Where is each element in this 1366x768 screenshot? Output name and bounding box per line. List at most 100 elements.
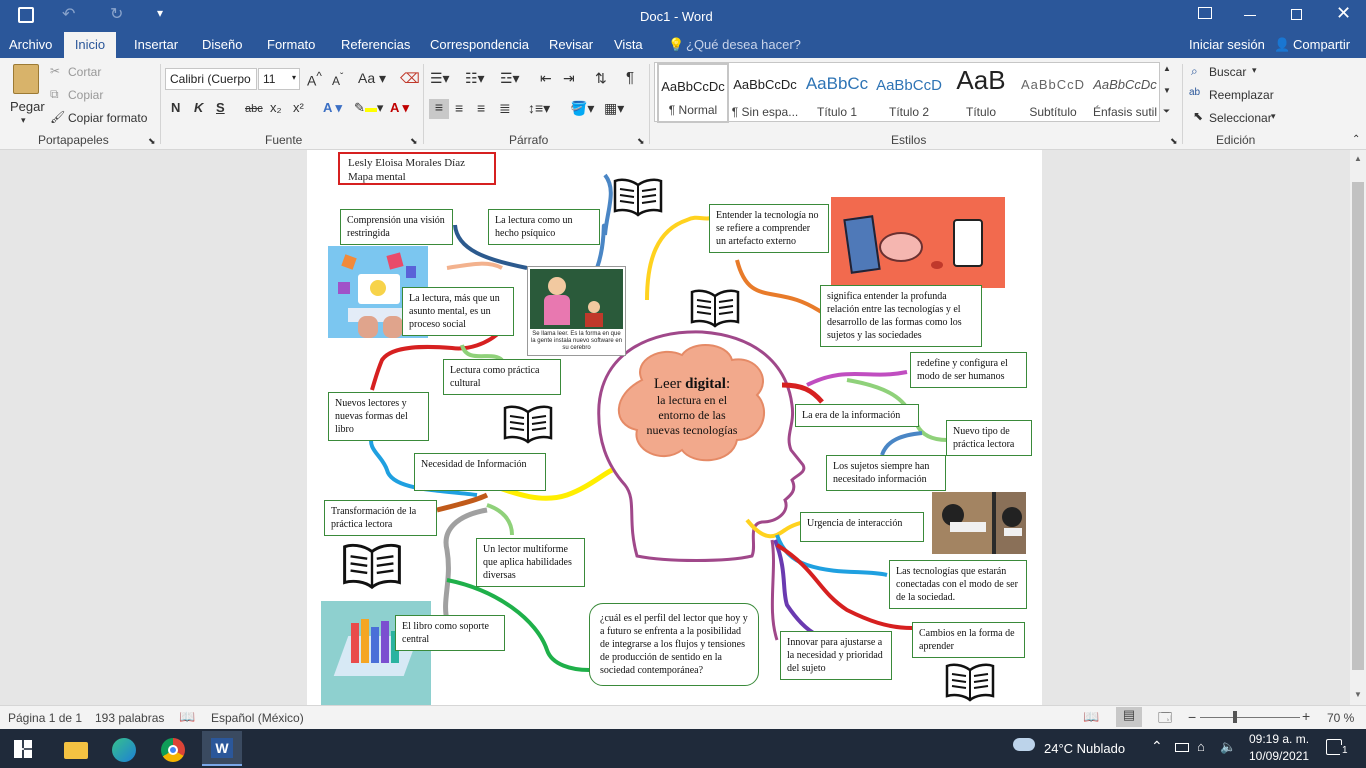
scroll-thumb[interactable] (1352, 182, 1364, 670)
undo-icon[interactable]: ↶ (62, 4, 75, 24)
file-explorer-icon[interactable] (61, 733, 93, 765)
select-dropdown-icon[interactable]: ▾ (1271, 111, 1276, 122)
tab-vista[interactable]: Vista (614, 37, 643, 52)
change-case-icon[interactable]: Aa ▾ (358, 70, 386, 87)
align-right-icon[interactable]: ≡ (477, 100, 485, 116)
format-painter-button[interactable]: Copiar formato (68, 111, 147, 125)
increase-indent-icon[interactable]: ⇥ (563, 70, 575, 87)
tab-revisar[interactable]: Revisar (549, 37, 593, 52)
word-taskbar-icon[interactable]: W (202, 731, 242, 766)
scroll-down-icon[interactable]: ▼ (1354, 690, 1362, 699)
font-size-combo[interactable]: 11 ▾ (258, 68, 300, 90)
redo-icon[interactable]: ↻ (110, 4, 123, 24)
select-button[interactable]: Seleccionar (1209, 111, 1272, 125)
styles-scroll-up-icon[interactable]: ▲ (1163, 64, 1171, 73)
borders-icon[interactable]: ▦▾ (604, 100, 624, 117)
document-page[interactable]: Leer digital: la lectura en el entorno d… (307, 150, 1042, 705)
volume-icon[interactable]: 🔈 (1220, 739, 1236, 755)
superscript-button[interactable]: x² (293, 100, 304, 115)
strikethrough-button[interactable]: abc (245, 103, 263, 115)
chrome-icon[interactable] (157, 733, 189, 765)
styles-dialog-launcher-icon[interactable]: ⬊ (1170, 136, 1178, 147)
shading-icon[interactable]: 🪣▾ (570, 100, 594, 117)
replace-button[interactable]: Reemplazar (1209, 88, 1274, 102)
grow-font-icon[interactable]: A^ (307, 70, 322, 89)
clear-format-icon[interactable]: ⌫ (400, 70, 420, 87)
word-count[interactable]: 193 palabras (95, 711, 164, 725)
sort-icon[interactable]: ⇅ (595, 70, 607, 87)
tab-inicio[interactable]: Inicio (64, 32, 116, 58)
weather-status[interactable]: 24°C Nublado (1044, 741, 1125, 756)
align-left-icon[interactable]: ≡ (429, 99, 449, 119)
copy-button[interactable]: Copiar (68, 88, 103, 102)
battery-icon[interactable] (1175, 743, 1189, 752)
multilevel-icon[interactable]: ☲▾ (500, 70, 520, 87)
minimize-icon[interactable] (1244, 15, 1256, 16)
language-status[interactable]: Español (México) (211, 711, 304, 725)
style-heading-2[interactable]: AaBbCcD Título 2 (873, 63, 945, 123)
zoom-level[interactable]: 70 % (1327, 711, 1354, 725)
font-name-combo[interactable]: Calibri (Cuerpo (165, 68, 257, 90)
numbering-icon[interactable]: ☷▾ (465, 70, 485, 87)
font-dialog-launcher-icon[interactable]: ⬊ (410, 136, 418, 147)
customize-toolbar-icon[interactable]: ▾ (157, 6, 163, 20)
save-icon[interactable] (18, 7, 34, 23)
tell-me-input[interactable]: ¿Qué desea hacer? (686, 37, 801, 52)
justify-icon[interactable]: ≣ (499, 100, 511, 117)
vertical-scrollbar[interactable]: ▲ ▼ (1350, 150, 1366, 705)
web-layout-icon[interactable]: 🗔 (1158, 709, 1172, 731)
proofing-icon[interactable]: 📖 (179, 709, 195, 725)
network-icon[interactable]: ⌂ (1197, 739, 1205, 754)
tab-correspondencia[interactable]: Correspondencia (430, 37, 529, 52)
cut-button[interactable]: Cortar (68, 65, 101, 79)
tab-diseno[interactable]: Diseño (202, 37, 242, 52)
highlight-icon[interactable]: ✎ ▾ (354, 100, 383, 116)
tab-insertar[interactable]: Insertar (134, 37, 178, 52)
edge-icon[interactable] (108, 733, 140, 765)
align-center-icon[interactable]: ≡ (455, 100, 463, 116)
style-heading-1[interactable]: AaBbCc Título 1 (801, 63, 873, 123)
zoom-thumb[interactable] (1233, 711, 1237, 723)
close-icon[interactable]: ✕ (1336, 3, 1351, 24)
paste-button[interactable]: Pegar (10, 99, 45, 114)
chevron-up-icon[interactable]: ⌃ (1151, 738, 1163, 755)
styles-more-icon[interactable]: ⏷ (1163, 106, 1170, 117)
share-button[interactable]: Compartir (1293, 37, 1350, 52)
signin-link[interactable]: Iniciar sesión (1189, 37, 1265, 52)
styles-scroll-down-icon[interactable]: ▼ (1163, 86, 1171, 95)
tab-referencias[interactable]: Referencias (341, 37, 410, 52)
shrink-font-icon[interactable]: Aˇ (332, 72, 343, 88)
dialog-launcher-icon[interactable]: ⬊ (148, 136, 156, 147)
style-title[interactable]: AaB Título (945, 63, 1017, 123)
font-color-icon[interactable]: A ▾ (390, 100, 409, 116)
find-button[interactable]: Buscar (1209, 65, 1246, 79)
bullets-icon[interactable]: ☰▾ (430, 70, 450, 87)
style-no-spacing[interactable]: AaBbCcDc ¶ Sin espa... (729, 63, 801, 123)
collapse-ribbon-icon[interactable]: ⌃ (1352, 134, 1360, 145)
paste-dropdown-icon[interactable]: ▾ (21, 115, 26, 126)
style-subtle-emphasis[interactable]: AaBbCcDc Énfasis sutil (1089, 63, 1161, 123)
style-normal[interactable]: AaBbCcDc ¶ Normal (657, 63, 729, 123)
style-subtitle[interactable]: AaBbCcD Subtítulo (1017, 63, 1089, 123)
tab-archivo[interactable]: Archivo (9, 37, 52, 52)
line-spacing-icon[interactable]: ↕≡▾ (528, 100, 550, 117)
read-mode-icon[interactable]: 📖 (1083, 709, 1099, 725)
show-marks-icon[interactable]: ¶ (626, 69, 634, 86)
clock-date[interactable]: 10/09/2021 (1249, 749, 1309, 763)
find-dropdown-icon[interactable]: ▾ (1252, 65, 1257, 76)
paste-icon[interactable] (13, 64, 39, 94)
italic-button[interactable]: K (194, 100, 203, 115)
tab-formato[interactable]: Formato (267, 37, 315, 52)
bold-button[interactable]: N (171, 100, 180, 115)
underline-button[interactable]: S (216, 100, 225, 115)
zoom-slider[interactable] (1200, 717, 1300, 718)
ribbon-display-icon[interactable] (1198, 7, 1212, 19)
paragraph-dialog-launcher-icon[interactable]: ⬊ (637, 136, 645, 147)
zoom-in-icon[interactable]: + (1302, 708, 1310, 724)
maximize-icon[interactable] (1291, 9, 1302, 20)
decrease-indent-icon[interactable]: ⇤ (540, 70, 552, 87)
zoom-out-icon[interactable]: − (1188, 709, 1196, 725)
clock-time[interactable]: 09:19 a. m. (1249, 732, 1309, 746)
text-effects-icon[interactable]: A ▾ (323, 100, 342, 116)
print-layout-icon[interactable]: ▤ (1116, 707, 1142, 727)
